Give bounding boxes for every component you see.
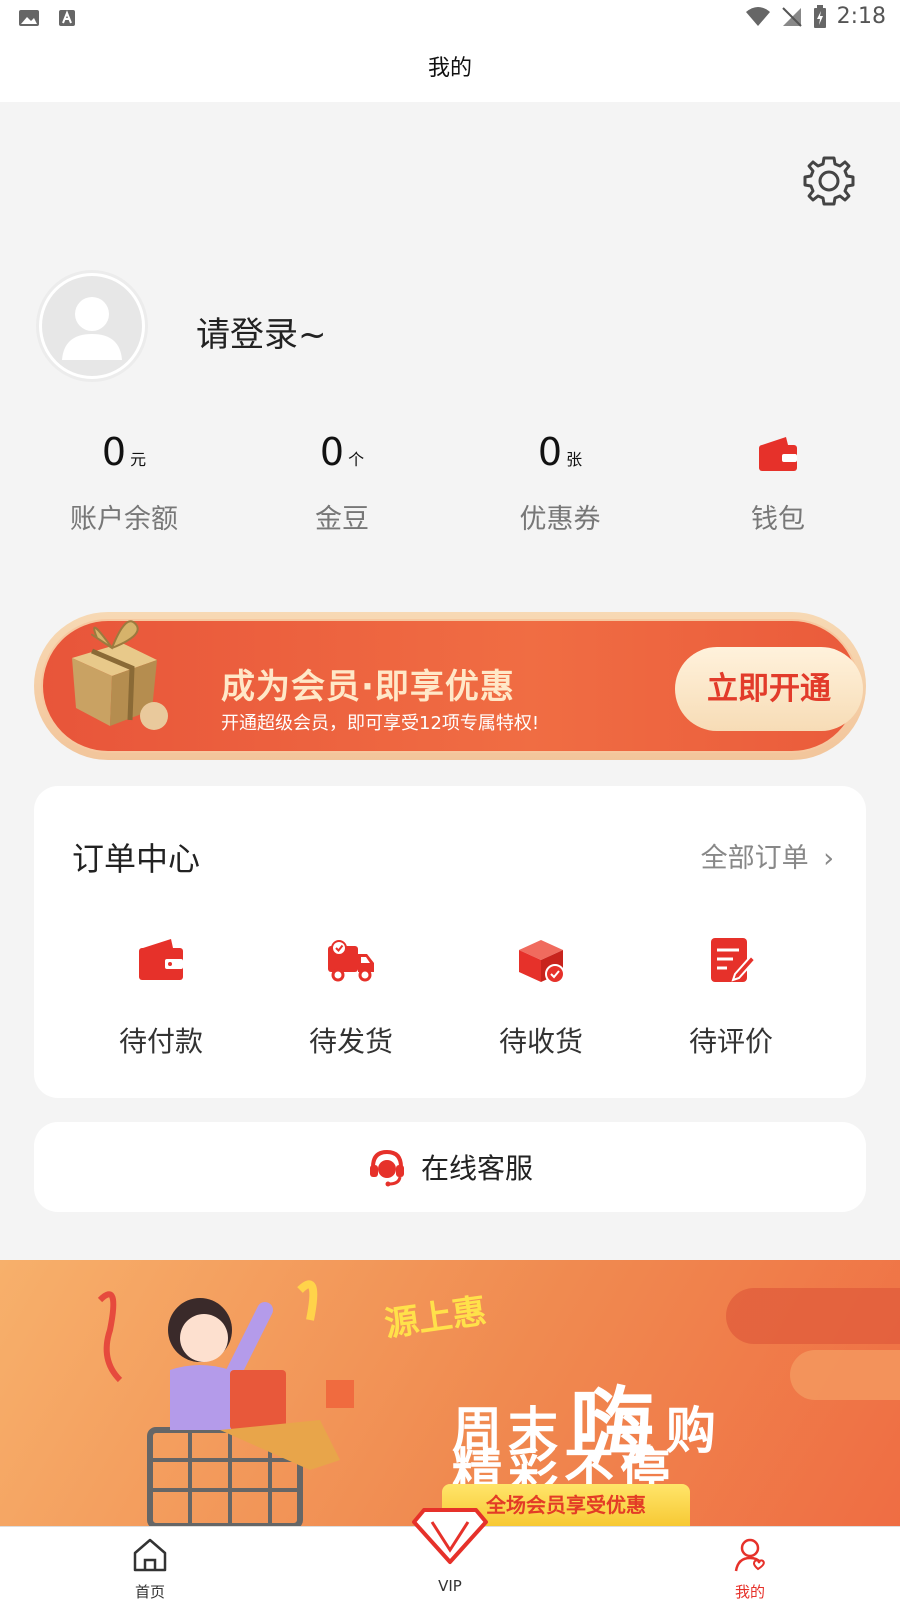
all-orders-link[interactable]: 全部订单 ›	[701, 836, 834, 875]
wifi-icon	[745, 6, 770, 26]
gift-box-icon	[72, 620, 168, 730]
stat-unit: 个	[348, 450, 365, 469]
stat-label: 金豆	[315, 504, 369, 535]
stat-unit: 元	[130, 450, 147, 469]
tab-home[interactable]: 首页	[90, 1527, 210, 1600]
review-icon	[711, 938, 757, 982]
tab-label: 我的	[734, 1583, 765, 1600]
stat-balance[interactable]: 0元 账户余额	[14, 425, 234, 536]
vip-open-button[interactable]: 立即开通	[675, 647, 863, 731]
stat-value: 0	[101, 430, 127, 474]
avatar[interactable]	[36, 270, 148, 382]
order-center-title: 订单中心	[72, 840, 201, 878]
order-item-label: 待付款	[118, 1025, 203, 1058]
all-orders-label: 全部订单	[700, 843, 809, 874]
stat-label: 账户余额	[70, 504, 178, 535]
wallet-button[interactable]: 钱包	[668, 425, 888, 536]
headset-icon	[369, 1149, 404, 1187]
default-avatar-icon	[42, 276, 142, 376]
stat-unit: 张	[566, 450, 583, 469]
stat-label: 优惠券	[519, 504, 601, 535]
customer-service-label: 在线客服	[420, 1152, 533, 1185]
gear-icon[interactable]	[800, 152, 858, 210]
profile-icon	[734, 1538, 765, 1572]
home-icon	[133, 1538, 167, 1572]
account-stats: 0元 账户余额 0个 金豆 0张 优惠券 钱包	[0, 425, 900, 555]
stat-value: 0	[319, 430, 345, 474]
status-bar: 2:18	[0, 0, 900, 36]
image-notification-icon	[19, 10, 39, 26]
vip-title: 成为会员·即享优惠	[221, 667, 515, 707]
wallet-icon	[759, 437, 797, 471]
decor-shape	[790, 1350, 900, 1400]
page-title: 我的	[0, 36, 900, 102]
status-time: 2:18	[836, 4, 886, 29]
order-pending-shipment[interactable]: 待发货	[256, 934, 446, 1060]
box-icon	[519, 940, 565, 984]
order-item-label: 待收货	[498, 1025, 583, 1058]
no-signal-icon	[781, 6, 802, 27]
stat-coupons[interactable]: 0张 优惠券	[450, 425, 670, 536]
order-center-card: 订单中心 全部订单 › 待付款 待发货 待收货 待评价	[34, 786, 866, 1098]
stat-gold-beans[interactable]: 0个 金豆	[232, 425, 452, 536]
text-notification-icon	[59, 10, 75, 26]
vip-subtitle: 开通超级会员，即可享受12项专属特权!	[221, 713, 540, 734]
truck-icon	[328, 940, 374, 982]
diamond-icon[interactable]	[404, 1500, 496, 1570]
order-item-label: 待评价	[688, 1025, 773, 1058]
promo-brand: 源上惠	[382, 1291, 489, 1345]
wallet-icon	[139, 939, 183, 980]
order-pending-payment[interactable]: 待付款	[66, 934, 256, 1060]
order-item-label: 待发货	[308, 1025, 393, 1058]
online-customer-service[interactable]: 在线客服	[34, 1122, 866, 1212]
stat-value: 0	[537, 430, 563, 474]
login-prompt[interactable]: 请登录~	[196, 307, 327, 356]
tab-label: 首页	[134, 1583, 165, 1600]
chevron-right-icon: ›	[823, 843, 834, 874]
tab-label: VIP	[438, 1577, 462, 1595]
order-pending-receipt[interactable]: 待收货	[446, 934, 636, 1060]
order-pending-review[interactable]: 待评价	[636, 934, 826, 1060]
decor-shape	[726, 1288, 900, 1344]
promo-banner[interactable]: 源上惠 周末嗨购 精彩不停 全场会员享受优惠	[0, 1260, 900, 1526]
wallet-label: 钱包	[751, 504, 805, 535]
tab-profile[interactable]: 我的	[690, 1527, 810, 1600]
battery-icon	[813, 4, 826, 28]
shopping-girl-illustration	[97, 1280, 354, 1526]
